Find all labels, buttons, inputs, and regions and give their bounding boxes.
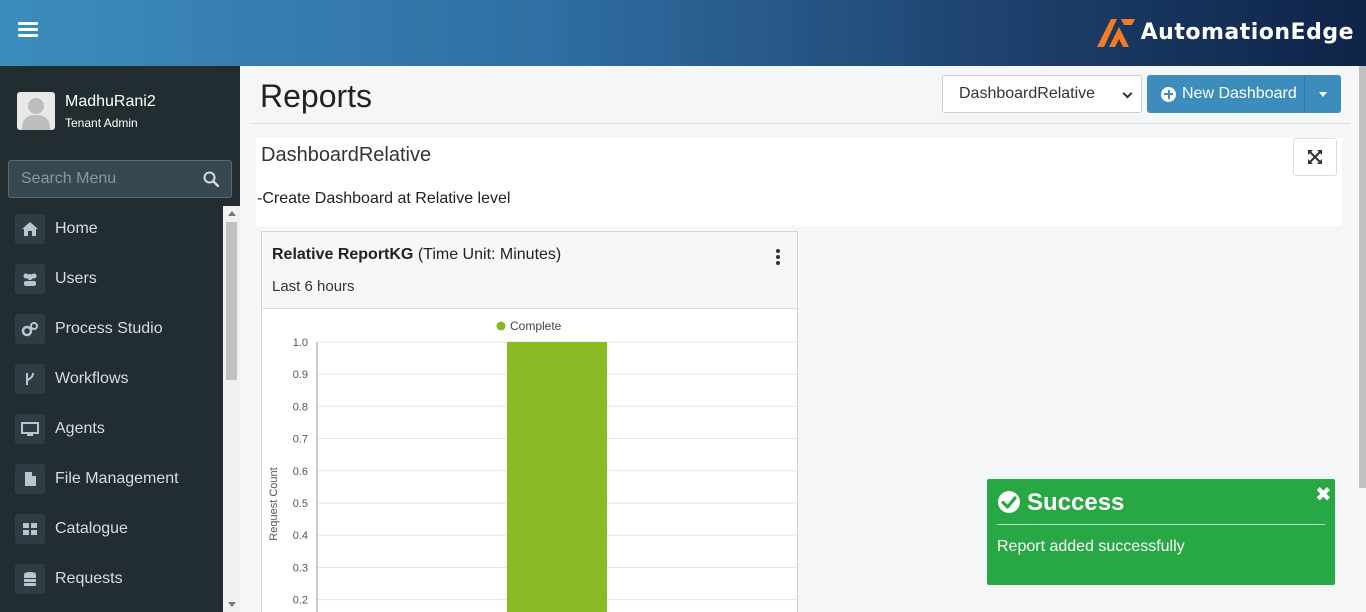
gears-icon <box>15 314 45 344</box>
success-toast: Success ✖ Report added successfully <box>987 479 1335 585</box>
sidebar-item-label: Process Studio <box>55 320 163 337</box>
y-tick-label: 0.7 <box>293 434 308 446</box>
sidebar-item-workflows[interactable]: Workflows <box>0 354 223 404</box>
hamburger-menu-icon[interactable] <box>18 22 38 40</box>
kebab-menu-icon[interactable] <box>773 249 783 265</box>
workflow-icon <box>15 364 45 394</box>
sidebar-scroll-thumb[interactable] <box>226 222 237 380</box>
report-card-header: Relative ReportKG (Time Unit: Minutes) L… <box>262 232 797 309</box>
new-dashboard-dropdown-toggle[interactable] <box>1305 75 1341 113</box>
dashboard-name: DashboardRelative <box>261 144 432 166</box>
top-navbar: AutomationEdge <box>0 0 1366 66</box>
header-divider <box>252 123 1350 124</box>
bar-complete <box>507 342 607 612</box>
new-dashboard-button-group: New Dashboard <box>1147 75 1341 113</box>
sidebar-item-label: Users <box>55 270 97 287</box>
legend-label: Complete <box>510 319 562 333</box>
plus-circle-icon <box>1161 86 1176 102</box>
scroll-up-arrow-icon[interactable] <box>228 211 236 216</box>
brand-name: AutomationEdge <box>1140 19 1354 45</box>
sidebar-scrollbar[interactable] <box>223 206 240 612</box>
new-dashboard-label: New Dashboard <box>1182 85 1297 102</box>
page-scrollbar-thumb[interactable] <box>1359 66 1366 488</box>
dashboard-select-value: DashboardRelative <box>959 85 1096 102</box>
dashboard-select[interactable]: DashboardRelative <box>942 75 1142 113</box>
y-tick-label: 0.8 <box>293 401 308 413</box>
y-tick-label: 0.6 <box>293 466 308 478</box>
sidebar-item-label: Agents <box>55 420 105 437</box>
file-icon <box>15 464 45 494</box>
brand-logo: AutomationEdge <box>1095 12 1354 52</box>
user-panel: MadhuRani2 Tenant Admin <box>0 66 240 156</box>
grid-icon <box>15 514 45 544</box>
close-icon[interactable]: ✖ <box>1315 485 1332 505</box>
toast-title: Success <box>1027 489 1125 516</box>
expand-icon <box>1308 150 1322 164</box>
sidebar: MadhuRani2 Tenant Admin Home Users Proce… <box>0 66 240 612</box>
report-title-name: Relative ReportKG <box>272 246 414 263</box>
new-dashboard-button[interactable]: New Dashboard <box>1147 75 1305 113</box>
sidebar-item-label: Catalogue <box>55 520 128 537</box>
sidebar-item-agents[interactable]: Agents <box>0 404 223 454</box>
sidebar-item-process-studio[interactable]: Process Studio <box>0 304 223 354</box>
y-axis-title: Request Count <box>268 467 280 540</box>
y-tick-label: 1.0 <box>293 337 308 349</box>
scroll-down-arrow-icon[interactable] <box>228 602 236 607</box>
sidebar-menu: Home Users Process Studio Workflows Agen… <box>0 204 223 604</box>
search-icon[interactable] <box>203 171 219 187</box>
avatar <box>17 92 55 130</box>
sidebar-item-label: Workflows <box>55 370 129 387</box>
y-tick-label: 0.9 <box>293 369 308 381</box>
sidebar-item-file-management[interactable]: File Management <box>0 454 223 504</box>
automationedge-logo-icon <box>1096 19 1135 47</box>
y-tick-label: 0.3 <box>293 562 308 574</box>
database-icon <box>15 564 45 594</box>
user-role: Tenant Admin <box>65 116 138 130</box>
sidebar-item-label: Requests <box>55 570 123 587</box>
sidebar-item-label: File Management <box>55 470 179 487</box>
check-circle-icon <box>998 491 1020 513</box>
user-name: MadhuRani2 <box>65 93 156 110</box>
monitor-icon <box>15 414 45 444</box>
report-card: Relative ReportKG (Time Unit: Minutes) L… <box>261 231 798 612</box>
sidebar-item-users[interactable]: Users <box>0 254 223 304</box>
chevron-down-icon <box>1122 88 1133 99</box>
sidebar-item-home[interactable]: Home <box>0 204 223 254</box>
home-icon <box>15 214 45 244</box>
report-chart: 1.0 0.9 0.8 0.7 0.6 0.5 0.4 0.3 0.2 Complete Reque… <box>268 319 797 612</box>
y-tick-label: 0.2 <box>293 595 308 607</box>
report-title: Relative ReportKG (Time Unit: Minutes) <box>272 246 561 264</box>
caret-down-icon <box>1319 92 1327 97</box>
sidebar-item-label: Home <box>55 220 98 237</box>
y-tick-label: 0.5 <box>293 498 308 510</box>
toast-message: Report added successfully <box>997 538 1185 555</box>
sidebar-item-requests[interactable]: Requests <box>0 554 223 604</box>
sidebar-search <box>8 160 232 198</box>
sidebar-item-catalogue[interactable]: Catalogue <box>0 504 223 554</box>
dashboard-panel: DashboardRelative -Create Dashboard at R… <box>256 138 1342 226</box>
search-menu-input[interactable] <box>9 161 199 197</box>
report-subtitle: Last 6 hours <box>272 278 355 295</box>
toast-divider <box>997 524 1325 525</box>
y-tick-label: 0.4 <box>293 530 308 542</box>
fullscreen-button[interactable] <box>1293 138 1337 176</box>
dashboard-description: -Create Dashboard at Relative level <box>257 190 511 207</box>
users-icon <box>15 264 45 294</box>
page-title: Reports <box>260 78 373 114</box>
report-title-unit: (Time Unit: Minutes) <box>413 246 562 263</box>
legend-marker <box>496 321 506 331</box>
